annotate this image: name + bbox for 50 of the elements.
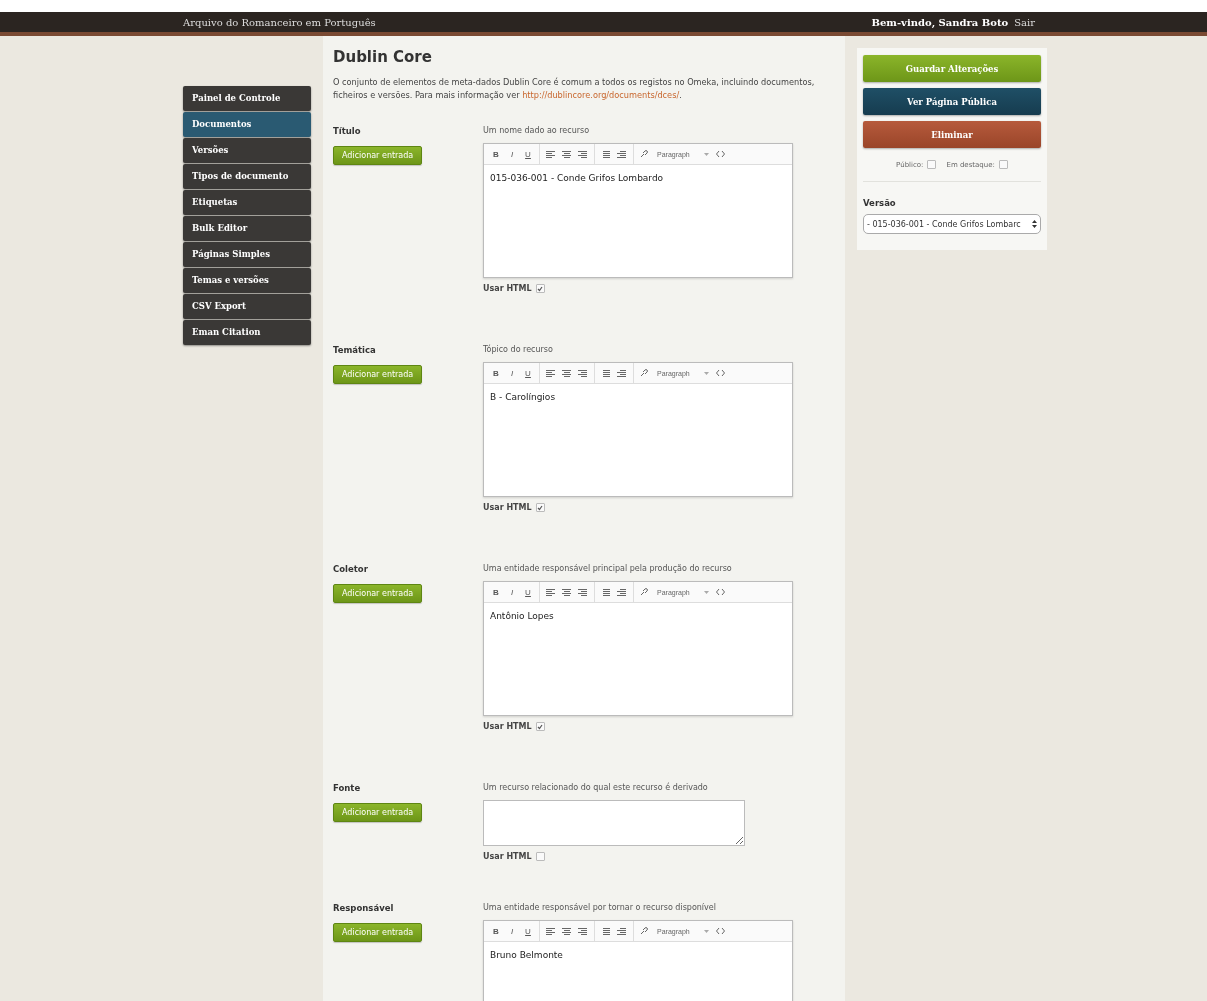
version-select[interactable]: - 015-036-001 - Conde Grifos Lombarc (863, 214, 1041, 234)
underline-button[interactable]: U (520, 583, 536, 601)
sidebar-item[interactable]: Eman Citation (183, 320, 311, 345)
field-hint: Uma entidade responsável principal pela produção do recurso (483, 564, 733, 574)
italic-button[interactable]: I (504, 583, 520, 601)
use-html-label: Usar HTML (483, 284, 532, 293)
field-hint: Uma entidade responsável por tornar o recurso disponível (483, 903, 717, 913)
bold-button[interactable]: B (488, 145, 504, 163)
use-html-label: Usar HTML (483, 722, 532, 731)
field-hint: Tópico do recurso (483, 345, 554, 355)
sidebar-item[interactable]: Etiquetas (183, 190, 311, 215)
field-hint: Um recurso relacionado do qual este recurso é derivado (483, 783, 709, 793)
editor-text: 015-036-001 - Conde Grifos Lombardo (489, 172, 665, 185)
italic-button[interactable]: I (504, 364, 520, 382)
field-label: Título (333, 126, 362, 136)
bold-button[interactable]: B (488, 364, 504, 382)
sidebar-item[interactable]: Documentos (183, 112, 311, 137)
use-html-label: Usar HTML (483, 852, 532, 861)
field-label: Temática (333, 345, 377, 355)
version-label: Versão (863, 198, 897, 208)
field-hint: Um nome dado ao recurso (483, 126, 591, 136)
bold-button[interactable]: B (488, 583, 504, 601)
field-label: Coletor (333, 564, 369, 574)
sidebar-item[interactable]: Temas e versões (183, 268, 311, 293)
sidebar-item[interactable]: Tipos de documento (183, 164, 311, 189)
field-label: Responsável (333, 903, 395, 913)
italic-button[interactable]: I (504, 922, 520, 940)
sidebar-item[interactable]: Versões (183, 138, 311, 163)
section-description: O conjunto de elementos de meta-dados Dublin Core é comum a todos os registos no Omeka, incluindo documentos, ficheiros e versões. Para mais informação ver http://dublincore.org/documents/dces/. (333, 76, 816, 102)
underline-button[interactable]: U (520, 922, 536, 940)
editor-text: Antônio Lopes (489, 610, 555, 623)
logout-link[interactable]: Sair (1014, 16, 1035, 28)
editor-text: B - Carolíngios (489, 391, 557, 404)
delete-button[interactable]: Eliminar (863, 121, 1041, 148)
section-title: Dublin Core (333, 48, 433, 66)
view-button[interactable]: Ver Página Pública (863, 88, 1041, 115)
bold-button[interactable]: B (488, 922, 504, 940)
use-html-label: Usar HTML (483, 503, 532, 512)
field-label: Fonte (333, 783, 362, 793)
dublin-core-link[interactable]: http://dublincore.org/documents/dces/ (522, 90, 680, 100)
sidebar-item[interactable]: Páginas Simples (183, 242, 311, 267)
italic-button[interactable]: I (504, 145, 520, 163)
sidebar-item[interactable]: Painel de Controle (183, 86, 311, 111)
editor-text: Bruno Belmonte (489, 949, 564, 962)
site-title[interactable]: Arquivo do Romanceiro em Português (183, 16, 376, 28)
sidebar-item[interactable]: CSV Export (183, 294, 311, 319)
welcome-text: Bem-vindo, Sandra Boto (871, 16, 1009, 28)
underline-button[interactable]: U (520, 145, 536, 163)
sidebar-item[interactable]: Bulk Editor (183, 216, 311, 241)
underline-button[interactable]: U (520, 364, 536, 382)
